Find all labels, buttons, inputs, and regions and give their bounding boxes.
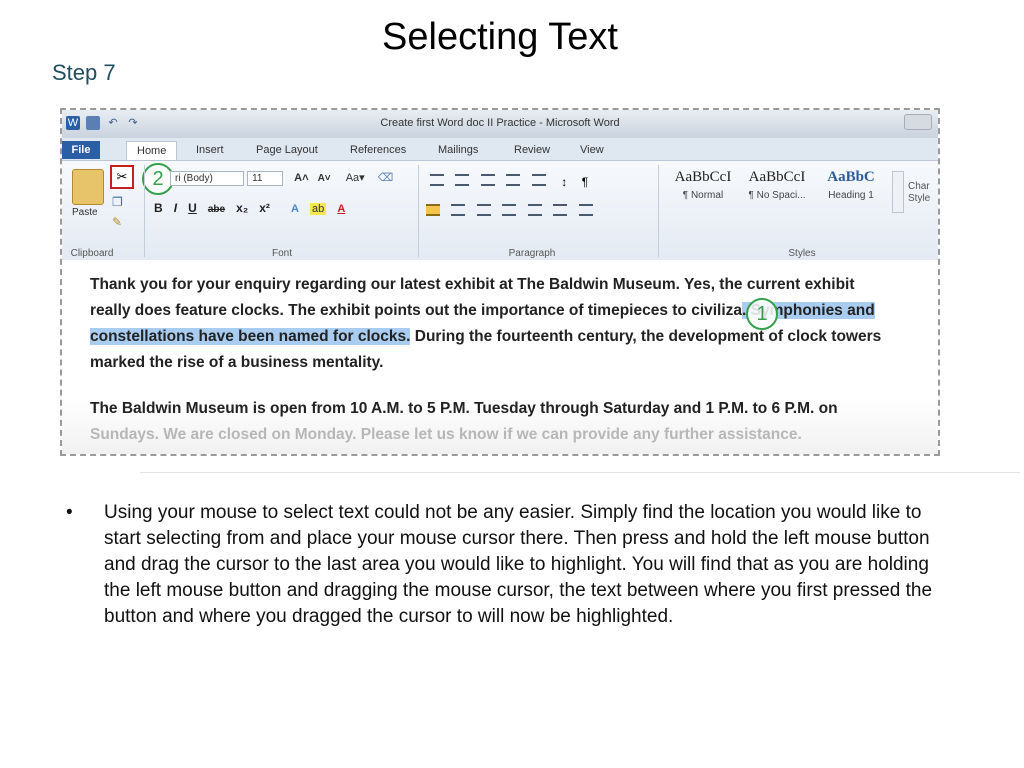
window-control-icon[interactable] <box>904 114 932 130</box>
paragraph-2-text: The Baldwin Museum is open from 10 A.M. … <box>90 400 838 417</box>
paragraph-2: The Baldwin Museum is open from 10 A.M. … <box>90 396 890 448</box>
style-no-spacing[interactable]: AaBbCcI ¶ No Spaci... <box>742 169 812 213</box>
format-painter-icon[interactable]: ✎ <box>112 215 122 229</box>
cut-icon[interactable]: ✂ <box>110 165 134 189</box>
shrink-font-icon[interactable]: A˅ <box>318 173 331 184</box>
group-separator <box>658 165 659 257</box>
callout-selection: 1 <box>746 298 778 330</box>
style-heading-1-name: Heading 1 <box>828 190 874 201</box>
paragraph-2-faded: Sundays. We are closed on Monday. Please… <box>90 426 802 443</box>
tab-home[interactable]: Home <box>126 141 178 160</box>
group-font-label: Font <box>271 248 292 259</box>
tab-view[interactable]: View <box>570 141 614 159</box>
font-row-bottom: B I U abe x₂ x² A ab A <box>154 201 345 215</box>
paste-icon[interactable] <box>72 169 104 205</box>
word-titlebar: W ↶ ↷ Create first Word doc II Practice … <box>62 110 938 138</box>
style-normal-name: ¶ Normal <box>682 190 724 201</box>
font-row-top: ri (Body) 11 A˄ A˅ Aa▾ ⌫ <box>170 171 393 186</box>
bullet-list: • Using your mouse to select text could … <box>60 500 960 630</box>
window-title: Create first Word doc II Practice - Micr… <box>380 117 620 129</box>
decrease-indent-icon[interactable] <box>506 174 521 186</box>
subscript-button[interactable]: x₂ <box>236 201 248 215</box>
word-screenshot: W ↶ ↷ Create first Word doc II Practice … <box>60 108 940 456</box>
slide-title: Selecting Text <box>382 16 618 58</box>
document-area[interactable]: Thank you for your enquiry regarding our… <box>62 260 938 454</box>
sort-icon[interactable]: ↕ <box>561 175 567 189</box>
style-no-spacing-sample: AaBbCcI <box>748 169 806 185</box>
divider <box>140 472 1020 473</box>
style-normal-sample: AaBbCcI <box>674 169 732 185</box>
style-no-spacing-name: ¶ No Spaci... <box>748 190 806 201</box>
font-name-box[interactable]: ri (Body) <box>170 171 244 186</box>
paragraph-row-bottom <box>426 203 600 221</box>
numbering-icon[interactable] <box>455 174 470 186</box>
bullets-icon[interactable] <box>430 174 444 186</box>
font-color-icon[interactable]: A <box>337 203 345 215</box>
tab-insert[interactable]: Insert <box>186 141 234 159</box>
paragraph-1-start: Thank you for your enquiry regarding our… <box>90 276 855 319</box>
style-normal[interactable]: AaBbCcI ¶ Normal <box>668 169 738 213</box>
ribbon-tabs: File Home Insert Page Layout References … <box>62 138 938 161</box>
superscript-button[interactable]: x² <box>259 201 270 215</box>
font-size-box[interactable]: 11 <box>247 171 284 186</box>
bullet-text: Using your mouse to select text could no… <box>104 502 933 627</box>
group-separator <box>144 165 145 257</box>
tab-page-layout[interactable]: Page Layout <box>246 141 328 159</box>
tab-mailings[interactable]: Mailings <box>428 141 488 159</box>
paste-label: Paste <box>72 207 98 218</box>
ribbon: Paste ✂ 2 ❐ ✎ Clipboard ri (Body) 11 A˄ … <box>62 161 938 262</box>
copy-icon[interactable]: ❐ <box>112 195 123 209</box>
align-center-icon[interactable] <box>451 204 466 216</box>
increase-indent-icon[interactable] <box>531 174 546 186</box>
borders-icon[interactable] <box>578 204 593 216</box>
group-paragraph-label: Paragraph <box>508 248 556 259</box>
style-heading-1[interactable]: AaBbC Heading 1 <box>816 169 886 213</box>
clear-formatting-icon[interactable]: ⌫ <box>378 172 394 184</box>
styles-scrollbar[interactable] <box>892 171 904 213</box>
change-styles-label[interactable]: Char Style <box>908 181 938 205</box>
tab-review[interactable]: Review <box>504 141 560 159</box>
group-styles-label: Styles <box>788 248 816 259</box>
step-label: Step 7 <box>52 60 116 85</box>
align-left-icon[interactable] <box>426 204 440 216</box>
bullet-item: • Using your mouse to select text could … <box>60 500 960 630</box>
multilevel-list-icon[interactable] <box>480 174 495 186</box>
justify-icon[interactable] <box>502 204 517 216</box>
change-case-icon[interactable]: Aa▾ <box>346 172 365 184</box>
line-spacing-icon[interactable] <box>527 204 542 216</box>
group-separator <box>418 165 419 257</box>
bullet-marker: • <box>66 502 73 523</box>
italic-button[interactable]: I <box>174 201 177 215</box>
pilcrow-icon[interactable]: ¶ <box>582 175 588 189</box>
underline-button[interactable]: U <box>188 201 197 215</box>
group-clipboard-label: Clipboard <box>70 248 114 259</box>
text-effects-icon[interactable]: A <box>291 203 299 215</box>
grow-font-icon[interactable]: A˄ <box>294 172 308 184</box>
style-heading-1-sample: AaBbC <box>827 169 875 185</box>
align-right-icon[interactable] <box>476 204 491 216</box>
shading-icon[interactable] <box>553 204 568 216</box>
strikethrough-button[interactable]: abe <box>208 204 225 215</box>
bold-button[interactable]: B <box>154 201 163 215</box>
paragraph-row-top: ↕ ¶ <box>430 173 588 191</box>
tab-file[interactable]: File <box>62 141 100 159</box>
highlight-color-icon[interactable]: ab <box>310 203 327 215</box>
tab-references[interactable]: References <box>340 141 416 159</box>
